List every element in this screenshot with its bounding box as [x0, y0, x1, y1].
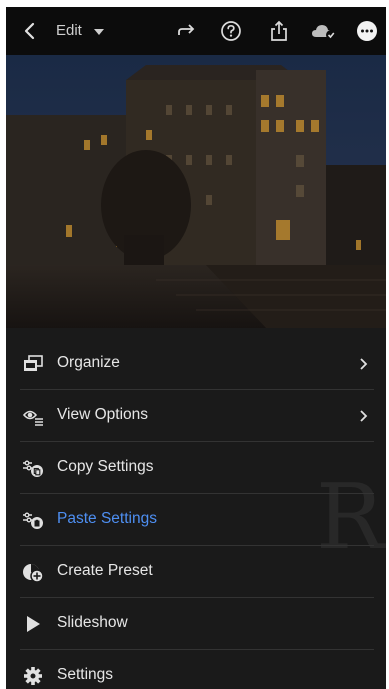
paste-settings-icon: [23, 512, 43, 529]
cloud-sync-icon[interactable]: [310, 20, 338, 42]
view-options-icon: [22, 410, 43, 426]
menu-item-paste-settings[interactable]: Paste Settings: [6, 494, 386, 546]
organize-icon: [24, 355, 43, 371]
options-menu: R Organize View Options Copy Settings Pa…: [6, 328, 386, 689]
play-icon: [27, 616, 40, 632]
menu-item-label: Slideshow: [57, 614, 128, 631]
menu-item-settings[interactable]: Settings: [6, 650, 386, 689]
gear-icon: [24, 667, 42, 685]
caret-down-icon[interactable]: [94, 29, 104, 35]
menu-item-organize[interactable]: Organize: [6, 338, 386, 390]
photo-preview: [6, 55, 386, 328]
menu-item-label: Create Preset: [57, 562, 153, 579]
menu-item-slideshow[interactable]: Slideshow: [6, 598, 386, 650]
top-bar: Edit: [6, 7, 386, 55]
create-preset-icon: [23, 564, 44, 583]
menu-item-copy-settings[interactable]: Copy Settings: [6, 442, 386, 494]
chevron-right-icon: [360, 410, 368, 422]
share-icon[interactable]: [268, 20, 290, 42]
app-screen: Edit R Organize View Options Copy Settin…: [6, 7, 386, 689]
more-icon[interactable]: [356, 20, 378, 42]
chevron-right-icon: [360, 358, 368, 370]
redo-icon[interactable]: [176, 20, 198, 42]
back-icon[interactable]: [20, 21, 40, 41]
copy-settings-icon: [23, 460, 43, 477]
menu-item-label: Paste Settings: [57, 510, 157, 527]
menu-item-label: Organize: [57, 354, 120, 371]
menu-item-label: View Options: [57, 406, 149, 423]
menu-item-view-options[interactable]: View Options: [6, 390, 386, 442]
edit-menu-button[interactable]: Edit: [56, 22, 82, 39]
menu-item-label: Settings: [57, 666, 114, 683]
menu-item-create-preset[interactable]: Create Preset: [6, 546, 386, 598]
menu-item-label: Copy Settings: [57, 458, 154, 475]
help-icon[interactable]: [220, 20, 242, 42]
